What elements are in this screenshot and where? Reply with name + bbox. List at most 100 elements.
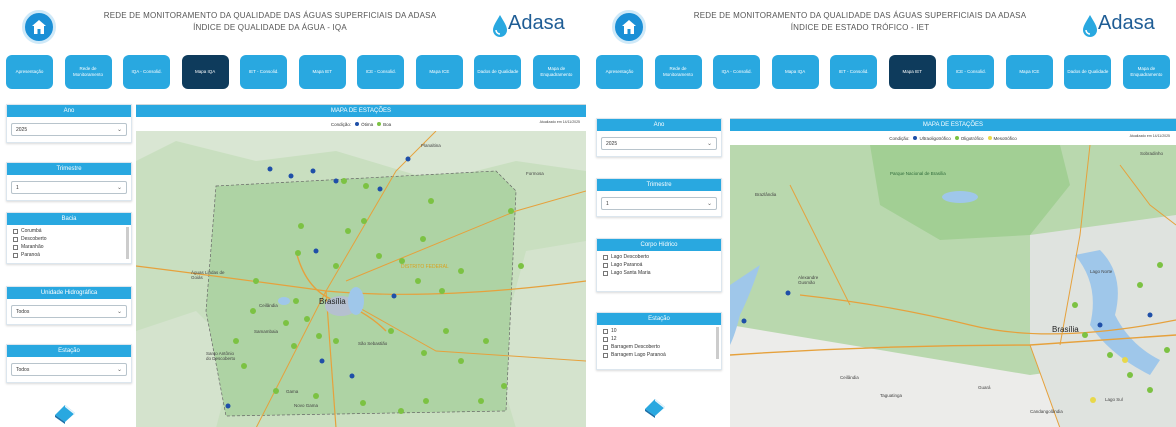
checkbox — [603, 328, 608, 334]
iet-map-page: REDE DE MONITORAMENTO DA QUALIDADE DAS Á… — [590, 0, 1176, 427]
checkbox — [13, 244, 18, 250]
estacao-option[interactable]: Barragem Descoberto — [603, 343, 715, 351]
checkbox — [603, 344, 608, 350]
main-nav: Apresentação Rede de Monitoramento IQA -… — [596, 55, 1170, 91]
checkbox — [603, 254, 608, 260]
bacia-option[interactable]: Corumbá — [13, 227, 125, 235]
chevron-down-icon: ⌄ — [116, 127, 122, 133]
filter-trimestre: Trimestre 1 ⌄ — [6, 162, 132, 201]
filter-title: Ano — [597, 119, 721, 131]
filter-title: Ano — [7, 105, 131, 117]
map-label-brazlandia: Brazlândia — [755, 192, 777, 197]
page-header: REDE DE MONITORAMENTO DA QUALIDADE DAS Á… — [670, 10, 1050, 34]
nav-mapa-ice[interactable]: Mapa ICE — [1005, 55, 1053, 89]
iqa-map-page: REDE DE MONITORAMENTO DA QUALIDADE DAS Á… — [0, 0, 586, 427]
estacao-option[interactable]: Barragem Lago Paranoá — [603, 351, 715, 359]
chevron-down-icon: ⌄ — [116, 309, 122, 315]
chevron-down-icon: ⌄ — [116, 367, 122, 373]
unidade-select[interactable]: Todos ⌄ — [11, 305, 127, 318]
map-canvas[interactable]: Brasília DISTRITO FEDERAL Águas Lindas d… — [136, 131, 586, 427]
logo-text: Adasa — [508, 12, 565, 34]
chevron-down-icon: ⌄ — [116, 185, 122, 191]
nav-mapa-enquadramento[interactable]: Mapa de Enquadramento — [1122, 55, 1170, 89]
bacia-option[interactable]: Paranoá — [13, 251, 125, 259]
filter-trimestre: Trimestre 1 ⌄ — [596, 178, 722, 217]
nav-mapa-iet[interactable]: Mapa IET — [298, 55, 346, 89]
filter-unidade: Unidade Hidrográfica Todos ⌄ — [6, 286, 132, 325]
nav-mapa-iet[interactable]: Mapa IET — [888, 55, 936, 89]
corpo-option[interactable]: Lago Santa Maria — [603, 269, 715, 277]
map-legend: Condição: Ótima Boa Atualizado em 14/11/… — [136, 117, 586, 131]
map-label-candangolandia: Candangolândia — [1030, 409, 1063, 414]
map-label-gama: Gama — [286, 389, 299, 394]
ano-select[interactable]: 2025 ⌄ — [11, 123, 127, 136]
nav-rede[interactable]: Rede de Monitoramento — [64, 55, 112, 89]
water-drop-icon — [493, 15, 507, 37]
nav-iqa-consolidado[interactable]: IQA - Consolid. — [713, 55, 761, 89]
corpo-option[interactable]: Lago Paranoá — [603, 261, 715, 269]
map-label-ceilandia: Ceilândia — [840, 375, 859, 380]
bacia-option[interactable]: Descoberto — [13, 235, 125, 243]
nav-iet-consolidado[interactable]: IET - Consolid. — [240, 55, 288, 89]
filter-ano: Ano 2025 ⌄ — [6, 104, 132, 143]
nav-apresentacao[interactable]: Apresentação — [596, 55, 643, 89]
estacao-option[interactable]: 10 — [603, 327, 715, 335]
filter-corpo-hidrico: Corpo Hídrico Lago Descoberto Lago Paran… — [596, 238, 722, 292]
filter-ano: Ano 2025 ⌄ — [596, 118, 722, 157]
estacao-select[interactable]: Todos ⌄ — [11, 363, 127, 376]
estacao-option[interactable]: 12 — [603, 335, 715, 343]
filter-title: Trimestre — [7, 163, 131, 175]
map-label-lago-norte: Lago Norte — [1090, 269, 1113, 274]
home-button[interactable] — [612, 10, 646, 44]
nav-mapa-iqa[interactable]: Mapa IQA — [771, 55, 819, 89]
legend-dot-meso — [987, 136, 992, 140]
checkbox — [13, 236, 18, 242]
map-label-aguas-lindas: Águas Lindas de Goiás — [191, 270, 225, 280]
home-button[interactable] — [22, 10, 56, 44]
nav-iqa-consolidado[interactable]: IQA - Consolid. — [123, 55, 171, 89]
filter-sidebar: Ano 2025 ⌄ Trimestre 1 ⌄ Corpo Hídrico Lag… — [596, 98, 722, 427]
trimestre-select[interactable]: 1 ⌄ — [11, 181, 127, 194]
legend-dot-otima — [355, 122, 360, 126]
scrollbar[interactable] — [716, 327, 719, 359]
corpo-option[interactable]: Lago Descoberto — [603, 253, 715, 261]
adasa-logo: Adasa — [1080, 8, 1170, 48]
stations-map-panel: MAPA DE ESTAÇÕES Condição: Ótima Boa Atu… — [136, 104, 586, 427]
nav-iet-consolidado[interactable]: IET - Consolid. — [830, 55, 878, 89]
updated-text: Atualizado em 14/11/2025 — [1129, 134, 1170, 138]
nav-rede[interactable]: Rede de Monitoramento — [654, 55, 702, 89]
scrollbar[interactable] — [126, 227, 129, 259]
nav-dados-qualidade[interactable]: Dados de Qualidade — [1064, 55, 1112, 89]
legend-label: Condição: — [330, 121, 352, 127]
eraser-clear-filters-button[interactable] — [641, 394, 669, 418]
map-label-novo-gama: Novo Gama — [294, 403, 319, 408]
header-line-2: ÍNDICE DE QUALIDADE DA ÁGUA - IQA — [193, 23, 347, 32]
nav-ice-consolidado[interactable]: ICE - Consolid. — [357, 55, 405, 89]
nav-ice-consolidado[interactable]: ICE - Consolid. — [947, 55, 995, 89]
bacia-option[interactable]: Maranhão — [13, 243, 125, 251]
nav-dados-qualidade[interactable]: Dados de Qualidade — [474, 55, 522, 89]
legend-dot-boa — [377, 122, 382, 126]
trimestre-select[interactable]: 1 ⌄ — [601, 197, 717, 210]
legend-dot-oligo — [954, 136, 959, 140]
adasa-logo: Adasa — [490, 8, 580, 48]
legend-boa: Boa — [383, 121, 392, 127]
ano-select[interactable]: 2025 ⌄ — [601, 137, 717, 150]
map-label-brasilia: Brasília — [1052, 325, 1079, 334]
legend-ultraoligotrofico: Ultraoligotrófico — [919, 135, 951, 141]
eraser-clear-filters-button[interactable] — [51, 400, 79, 424]
nav-mapa-ice[interactable]: Mapa ICE — [415, 55, 463, 89]
home-icon — [32, 20, 46, 34]
checkbox — [13, 252, 18, 258]
nav-mapa-iqa[interactable]: Mapa IQA — [181, 55, 229, 89]
nav-apresentacao[interactable]: Apresentação — [6, 55, 53, 89]
map-label-taguatinga: Taguatinga — [880, 393, 903, 398]
filter-sidebar: Ano 2025 ⌄ Trimestre 1 ⌄ Bacia Corumbá Des… — [6, 98, 132, 427]
filter-title: Corpo Hídrico — [597, 239, 721, 251]
legend-dot-ultra — [913, 136, 918, 140]
map-canvas[interactable]: Brasília Parque Nacional de Brasília Bra… — [730, 145, 1176, 427]
checkbox — [603, 262, 608, 268]
legend-label: Condição: — [889, 135, 910, 141]
nav-mapa-enquadramento[interactable]: Mapa de Enquadramento — [532, 55, 580, 89]
filter-title: Trimestre — [597, 179, 721, 191]
